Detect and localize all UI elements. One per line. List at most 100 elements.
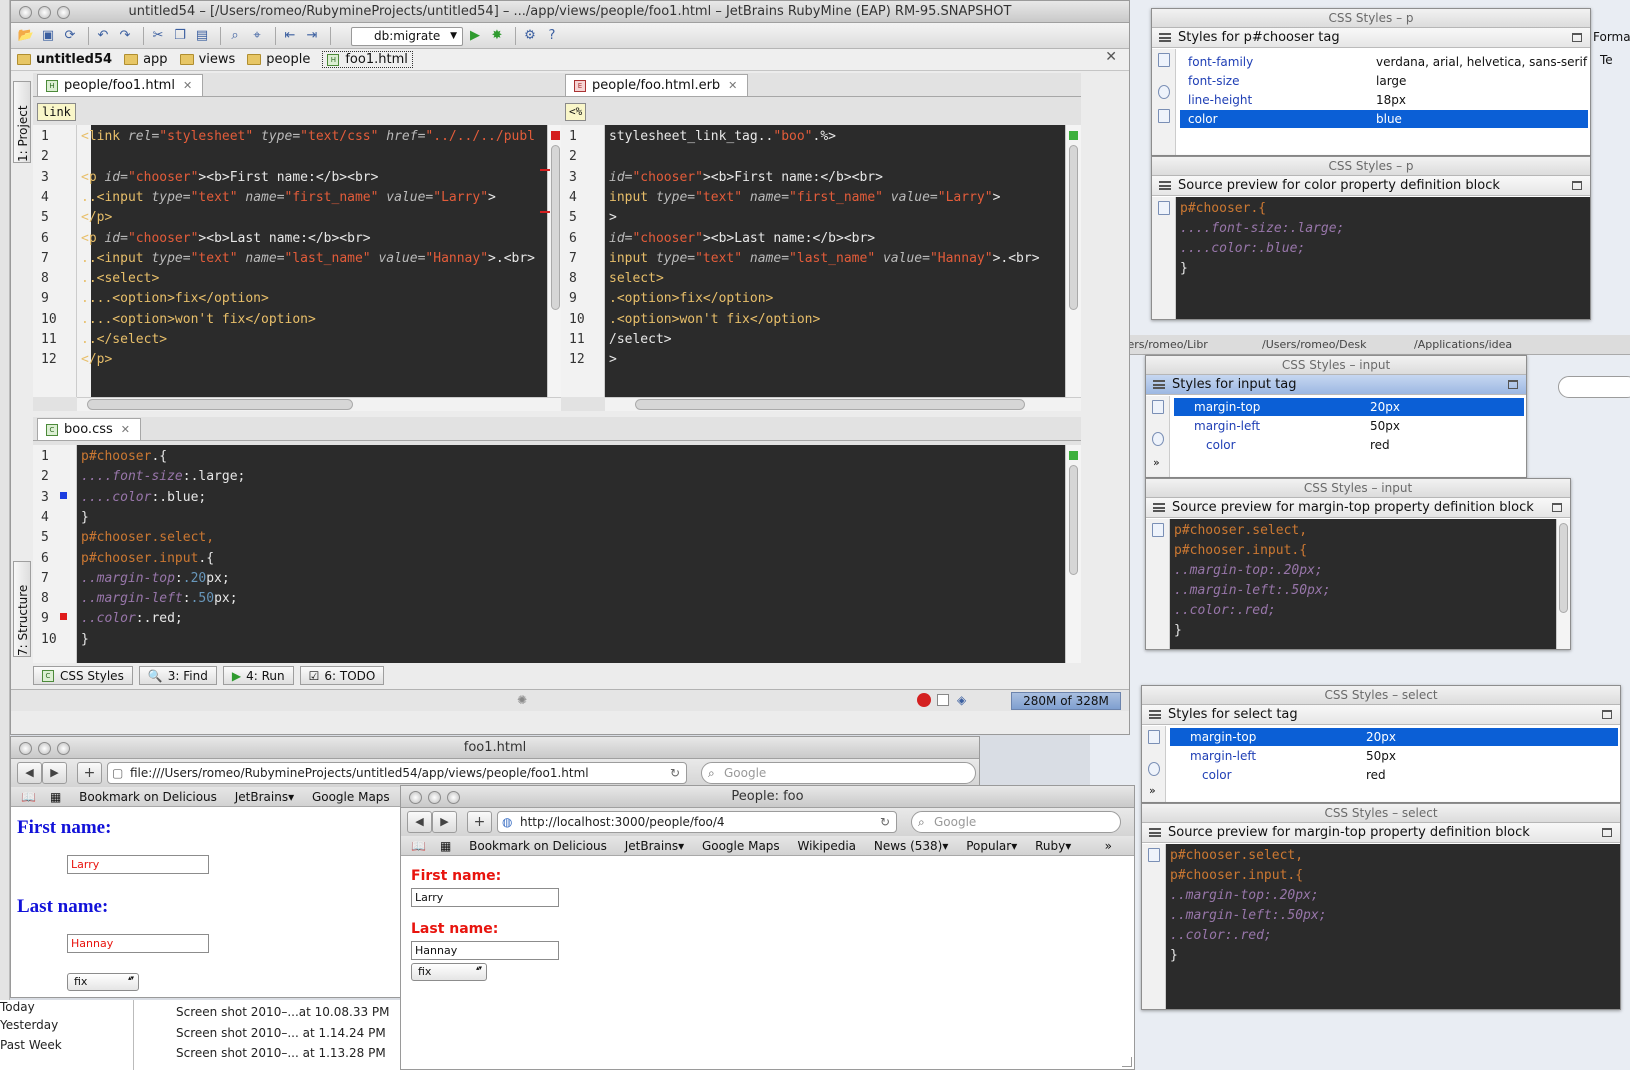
finder-file[interactable]: Screen shot 2010–... at 1.13.28 PM	[176, 1046, 386, 1060]
sync-icon[interactable]: ⟳	[61, 27, 79, 45]
bookmark-item[interactable]: JetBrains▾	[625, 839, 684, 853]
minimize-button[interactable]	[38, 742, 51, 755]
bookmark-item[interactable]: Wikipedia	[798, 839, 857, 853]
file-icon[interactable]	[1158, 53, 1170, 67]
tab-foo-html-erb[interactable]: Epeople/foo.html.erb ✕	[565, 74, 749, 96]
file-icon[interactable]	[1152, 400, 1164, 414]
expand-icon[interactable]	[1152, 432, 1164, 446]
minimize-button[interactable]	[428, 791, 441, 804]
bookmark-item[interactable]: Bookmark on Delicious	[469, 839, 607, 853]
first-name-field[interactable]: Larry	[67, 855, 209, 874]
style-row[interactable]: line-height 18px	[1180, 91, 1588, 109]
error-icon[interactable]	[917, 693, 931, 707]
ok-marker[interactable]	[1069, 131, 1078, 140]
expand-icon[interactable]	[1158, 85, 1170, 99]
bookmark-item[interactable]: Google Maps	[312, 790, 390, 804]
bookmarks-icon[interactable]: 📖	[21, 790, 36, 804]
last-name-field[interactable]: Hannay	[67, 934, 209, 953]
forward-icon[interactable]: ⇥	[303, 27, 321, 45]
cut-icon[interactable]: ✂	[149, 27, 167, 45]
last-name-field[interactable]: Hannay	[411, 941, 559, 960]
vertical-scrollbar[interactable]	[1065, 445, 1081, 663]
search-input[interactable]: ⌕ Google	[701, 762, 976, 784]
grid-icon[interactable]: ▦	[50, 790, 61, 804]
replace-icon[interactable]: ⌖	[248, 27, 266, 45]
scroll-thumb[interactable]	[87, 399, 353, 410]
file-icon[interactable]	[1158, 201, 1170, 215]
boo-css-editor[interactable]: 1 2 3 4 5 6 7 8 9 10 p#chooser.{....font-size:.la…	[33, 445, 1081, 663]
reload-icon[interactable]: ↻	[670, 763, 680, 783]
bookmark-item[interactable]: JetBrains▾	[235, 790, 294, 804]
close-button[interactable]	[409, 791, 422, 804]
file-icon[interactable]	[1152, 523, 1164, 537]
style-row[interactable]: margin-left 50px	[1170, 747, 1618, 765]
menu-icon[interactable]	[1149, 710, 1161, 719]
memory-indicator[interactable]: 280M of 328M	[1011, 692, 1121, 710]
ok-marker[interactable]	[1069, 451, 1078, 460]
todo-tab[interactable]: ☑ 6: TODO	[299, 666, 385, 685]
vertical-scrollbar[interactable]	[1556, 519, 1570, 649]
copy-icon[interactable]: ❐	[171, 27, 189, 45]
finder-sidebar-item[interactable]: Yesterday	[0, 1018, 58, 1032]
url-field[interactable]: ◍ http://localhost:3000/people/foo/4 ↻	[497, 811, 897, 833]
horizontal-scrollbar[interactable]	[605, 397, 1081, 411]
breadcrumb-views[interactable]: views	[179, 52, 235, 67]
expand-icon[interactable]	[1148, 762, 1160, 776]
style-row[interactable]: color red	[1170, 766, 1618, 784]
save-icon[interactable]: ▣	[39, 27, 57, 45]
scroll-thumb[interactable]	[1069, 465, 1078, 575]
forward-button[interactable]: ▶	[42, 762, 67, 784]
close-tab-icon[interactable]: ✕	[728, 79, 737, 92]
scroll-thumb[interactable]	[635, 399, 1025, 410]
bookmark-item[interactable]: Bookmark on Delicious	[79, 790, 217, 804]
menu-icon[interactable]	[1153, 380, 1165, 389]
paste-icon[interactable]: ▤	[193, 27, 211, 45]
menu-icon[interactable]	[1159, 181, 1171, 190]
scroll-thumb[interactable]	[1559, 523, 1568, 613]
style-row-selected[interactable]: margin-top 20px	[1174, 398, 1524, 416]
collapse-icon[interactable]	[1158, 109, 1170, 123]
search-input[interactable]: ⌕ Google	[911, 811, 1121, 833]
help-icon[interactable]: ?	[543, 27, 561, 45]
debug-icon[interactable]: ✸	[488, 27, 506, 45]
close-icon[interactable]: ✕	[1105, 49, 1117, 65]
minimize-icon[interactable]	[1508, 380, 1518, 389]
overflow-icon[interactable]: »	[1105, 836, 1112, 855]
find-icon[interactable]: ⌕	[226, 27, 244, 45]
grid-icon[interactable]: ▦	[440, 839, 451, 853]
error-stripe[interactable]	[540, 169, 550, 171]
scroll-thumb[interactable]	[551, 145, 560, 310]
style-row-selected[interactable]: color blue	[1180, 110, 1588, 128]
forward-button[interactable]: ▶	[432, 811, 457, 833]
open-icon[interactable]: 📂	[17, 27, 35, 45]
minimize-icon[interactable]	[1572, 33, 1582, 42]
settings-icon[interactable]: ⚙	[521, 27, 539, 45]
style-row[interactable]: color red	[1174, 436, 1524, 454]
finder-file[interactable]: Screen shot 2010–...at 10.08.33 PM	[176, 1005, 390, 1019]
bookmark-item[interactable]: Ruby▾	[1035, 839, 1071, 853]
scroll-thumb[interactable]	[1069, 145, 1078, 310]
tab-foo1-html[interactable]: Hpeople/foo1.html ✕	[37, 74, 204, 96]
run-tab[interactable]: ▶ 4: Run	[222, 666, 294, 685]
add-bookmark-button[interactable]: +	[77, 762, 102, 784]
back-button[interactable]: ◀	[407, 811, 432, 833]
style-row-selected[interactable]: margin-top 20px	[1170, 728, 1618, 746]
vertical-scrollbar[interactable]	[1065, 125, 1081, 397]
style-row[interactable]: font-size large	[1180, 72, 1588, 90]
run-icon[interactable]: ▶	[466, 27, 484, 45]
structure-tool-tab[interactable]: 7: Structure	[13, 561, 31, 657]
minimize-icon[interactable]	[1602, 828, 1612, 837]
back-icon[interactable]: ⇤	[281, 27, 299, 45]
css-styles-tab[interactable]: C CSS Styles	[33, 666, 133, 685]
bookmark-item[interactable]: Google Maps	[702, 839, 780, 853]
tab-boo-css[interactable]: Cboo.css ✕	[37, 418, 141, 440]
menu-icon[interactable]	[1149, 828, 1161, 837]
status-select[interactable]: fix	[411, 963, 487, 981]
project-tool-tab[interactable]: 1: Project	[13, 81, 31, 163]
close-tab-icon[interactable]: ✕	[183, 79, 192, 92]
minimize-icon[interactable]	[1552, 503, 1562, 512]
zoom-button[interactable]	[57, 6, 70, 19]
minimize-icon[interactable]	[1602, 710, 1612, 719]
more-icon[interactable]: »	[1153, 456, 1160, 469]
file-icon[interactable]	[1148, 848, 1160, 862]
